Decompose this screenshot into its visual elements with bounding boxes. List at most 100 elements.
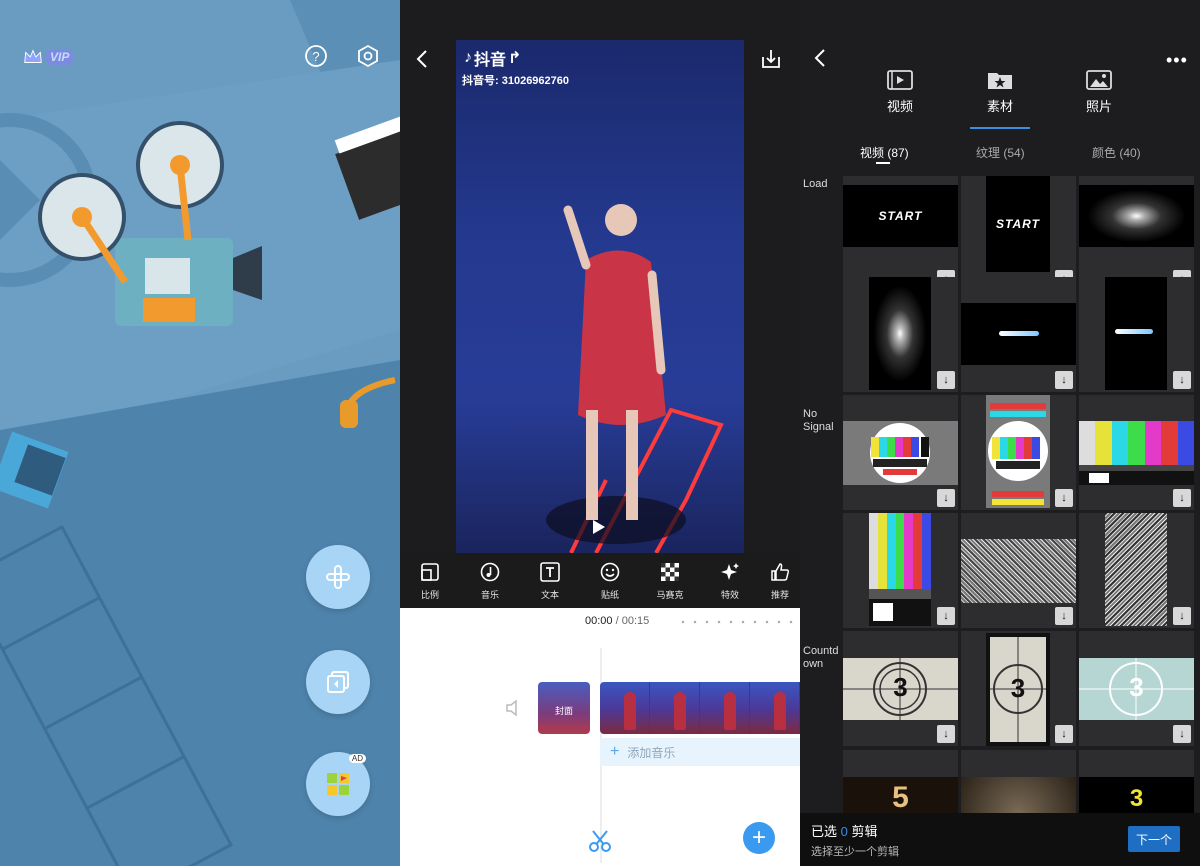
add-clip-button[interactable]: + <box>743 822 775 854</box>
back-icon[interactable] <box>414 48 430 70</box>
video-icon <box>887 70 913 90</box>
next-button[interactable]: 下一个 <box>1128 826 1180 852</box>
vip-badge[interactable]: VIP <box>22 46 74 68</box>
edit-toolbar: 比例 音乐 文本 贴纸 马赛克 特效 推荐 <box>400 553 800 608</box>
material-item[interactable]: ↓ <box>1079 176 1194 291</box>
tab-photo[interactable]: 照片 <box>1069 68 1129 115</box>
volume-icon[interactable] <box>504 698 524 718</box>
ad-apps-button[interactable]: AD <box>306 752 370 816</box>
selected-count: 0 <box>840 824 848 839</box>
subtab-color[interactable]: 颜色 (40) <box>1092 144 1141 161</box>
tool-recommend[interactable]: 推荐 <box>760 553 800 608</box>
material-item[interactable]: 3 ↓ <box>1079 631 1194 746</box>
tool-label: 音乐 <box>480 590 499 600</box>
cover-clip[interactable]: 封面 <box>538 682 590 734</box>
material-item[interactable]: ↓ <box>1079 395 1194 510</box>
material-item[interactable]: 3 <box>1079 750 1194 813</box>
vip-label: VIP <box>46 49 74 65</box>
timeline-panel: 00:00 / 00:15 封面 + 添加音乐 + <box>400 608 800 866</box>
music-icon <box>480 562 500 582</box>
clip-thumbnail <box>700 682 750 734</box>
countdown-thumb: 3 <box>986 633 1050 746</box>
add-music-track[interactable]: + 添加音乐 <box>600 738 800 766</box>
section-label-countdown: Countd own <box>803 645 839 670</box>
play-icon[interactable] <box>593 520 605 534</box>
tool-ratio[interactable]: 比例 <box>400 553 460 608</box>
material-item[interactable]: 3 ↓ <box>843 631 958 746</box>
cover-label: 封面 <box>554 706 573 716</box>
countdown-number: 3 <box>1129 672 1144 702</box>
download-icon[interactable]: ↓ <box>1055 371 1073 389</box>
material-item[interactable]: ↓ <box>843 395 958 510</box>
material-item[interactable]: ↓ <box>961 277 1076 392</box>
text-icon <box>540 562 560 582</box>
selection-hint: 选择至少一个剪辑 <box>811 846 899 858</box>
tool-effects[interactable]: 特效 <box>700 553 760 608</box>
crown-icon <box>24 49 42 63</box>
home-screen: VIP ? AD <box>0 0 400 866</box>
material-item[interactable]: ↓ <box>843 513 958 628</box>
download-icon[interactable]: ↓ <box>1173 725 1191 743</box>
material-item[interactable]: 3 ↓ <box>961 631 1076 746</box>
start-thumb: START <box>986 176 1050 272</box>
countdown-thumb: 3 <box>843 658 958 720</box>
settings-icon[interactable] <box>356 44 380 68</box>
douyin-id: 抖音号: 31026962760 <box>462 75 570 87</box>
video-preview[interactable]: ♪ 抖音 ↱ 抖音号: 31026962760 <box>456 40 744 553</box>
photo-icon <box>1086 70 1112 90</box>
tool-sticker[interactable]: 贴纸 <box>580 553 640 608</box>
help-icon[interactable]: ? <box>304 44 328 68</box>
start-text: START <box>878 209 923 223</box>
download-icon[interactable]: ↓ <box>1055 489 1073 507</box>
material-item[interactable]: ↓ <box>843 277 958 392</box>
material-item[interactable]: ↓ <box>1079 513 1194 628</box>
download-icon[interactable]: ↓ <box>937 489 955 507</box>
home-illustration <box>0 0 400 866</box>
material-item[interactable]: ↓ <box>961 395 1076 510</box>
material-item[interactable]: ↓ <box>961 513 1076 628</box>
download-icon[interactable]: ↓ <box>1173 371 1191 389</box>
section-label-load: Load <box>803 178 828 190</box>
drafts-icon <box>327 671 349 693</box>
clip-thumbnail <box>600 682 650 734</box>
video-track[interactable] <box>600 682 800 734</box>
material-item[interactable]: START ↓ <box>843 176 958 291</box>
material-item[interactable]: 5 <box>843 750 958 813</box>
time-total: 00:15 <box>621 615 650 627</box>
more-icon[interactable]: ••• <box>1166 50 1188 71</box>
material-item[interactable] <box>961 750 1076 813</box>
new-project-button[interactable] <box>306 545 370 609</box>
light-burst-thumb <box>869 277 931 390</box>
download-icon[interactable]: ↓ <box>937 607 955 625</box>
preview-area: ♪ 抖音 ↱ 抖音号: 31026962760 <box>400 0 800 553</box>
back-icon[interactable] <box>812 46 828 70</box>
tool-label: 贴纸 <box>600 590 619 600</box>
download-icon[interactable]: ↓ <box>1055 607 1073 625</box>
download-icon[interactable]: ↓ <box>937 725 955 743</box>
tool-label: 推荐 <box>770 590 789 600</box>
tab-video[interactable]: 视频 <box>870 68 930 115</box>
subtab-texture[interactable]: 纹理 (54) <box>976 144 1025 161</box>
tab-material[interactable]: 素材 <box>970 68 1030 115</box>
material-item[interactable]: ↓ <box>1079 277 1194 392</box>
tool-mosaic[interactable]: 马赛克 <box>640 553 700 608</box>
material-item[interactable]: START ↓ <box>961 176 1076 291</box>
drafts-button[interactable] <box>306 650 370 714</box>
tool-music[interactable]: 音乐 <box>460 553 520 608</box>
scissors-icon[interactable] <box>587 828 613 854</box>
subtab-video[interactable]: 视频 (87) <box>860 144 909 161</box>
countdown-number: 3 <box>1010 673 1026 703</box>
download-icon[interactable]: ↓ <box>1173 607 1191 625</box>
clip-thumbnail <box>650 682 700 734</box>
download-icon[interactable]: ↓ <box>1055 725 1073 743</box>
subtab-indicator <box>876 162 890 164</box>
download-icon[interactable] <box>760 48 782 70</box>
time-separator: / <box>615 615 619 627</box>
download-icon[interactable]: ↓ <box>1173 489 1191 507</box>
sticker-icon <box>600 562 620 582</box>
plus-icon <box>326 565 350 589</box>
tool-text[interactable]: 文本 <box>520 553 580 608</box>
douyin-watermark-app: 抖音 <box>474 52 507 69</box>
download-icon[interactable]: ↓ <box>937 371 955 389</box>
clock-thumb <box>961 777 1076 813</box>
